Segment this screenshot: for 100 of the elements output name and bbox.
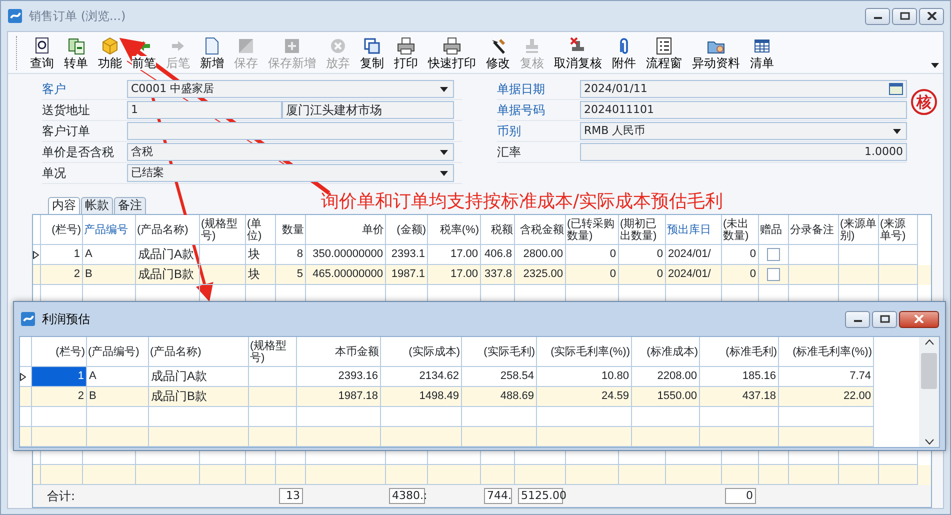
list-icon (655, 37, 673, 55)
column-header: (栏号) (41, 215, 83, 245)
column-header: (规格型号) (249, 337, 297, 367)
field-label: 单况 (42, 165, 67, 182)
table-cell: 24.59 (537, 387, 632, 407)
dialog-title: 利润预估 (42, 311, 90, 328)
toolbar-button[interactable]: 取消复核 (549, 37, 607, 70)
text-field[interactable]: 1.0000 (580, 143, 907, 161)
address-field[interactable]: 厦门江头建材市场 (282, 101, 454, 119)
table-cell: 2 (41, 265, 83, 285)
toolbar-button[interactable]: 流程窗 (641, 37, 687, 70)
column-header: (实际成本) (381, 337, 462, 367)
checkbox[interactable] (767, 248, 780, 261)
dropdown-field[interactable]: 已结案 (127, 164, 454, 182)
column-header: (来源单号) (879, 215, 918, 245)
column-header: 赠品 (759, 215, 789, 245)
calendar-icon[interactable] (889, 83, 903, 95)
column-header: (产品编号) (87, 337, 149, 367)
maximize-button[interactable] (872, 310, 897, 328)
column-header: (期初已出数量) (619, 215, 666, 245)
dropdown-field[interactable]: RMB 人民币 (580, 122, 907, 140)
column-header: 产品编号 (83, 215, 136, 245)
table-cell: 0 (566, 265, 619, 285)
table-cell: B (83, 265, 136, 285)
save-icon (283, 37, 301, 55)
table-cell: 1498.49 (381, 387, 462, 407)
column-header: (标准毛利) (700, 337, 779, 367)
seal-stamp: 核 (911, 89, 937, 115)
toolbar-button[interactable]: 前笔 (127, 37, 161, 70)
scrollbar-thumb[interactable] (921, 353, 937, 389)
window-title: 销售订单 (浏览...) (29, 8, 126, 25)
field-label: 单价是否含税 (42, 144, 115, 161)
column-header: (已转采购数量) (566, 215, 619, 245)
address-code-field[interactable]: 1 (127, 101, 282, 119)
column-header: (来源单别) (839, 215, 879, 245)
maximize-button[interactable] (892, 8, 917, 24)
toolbar-button[interactable]: 修改 (481, 37, 515, 70)
close-button[interactable] (899, 310, 939, 328)
scrollbar[interactable] (919, 337, 939, 447)
table-cell: 2325.00 (515, 265, 566, 285)
checkbox[interactable] (767, 268, 780, 281)
table-cell: 465.00000000 (306, 265, 386, 285)
minimize-button[interactable] (865, 8, 890, 24)
tab[interactable]: 帐款 (81, 197, 113, 214)
table-cell: 437.18 (700, 387, 779, 407)
minimize-button[interactable] (845, 310, 870, 328)
field-label: 送货地址 (42, 102, 91, 119)
cube-icon (101, 37, 119, 55)
toolbar-button[interactable]: 附件 (607, 37, 641, 70)
row-header (20, 427, 32, 447)
date-field[interactable]: 2024/01/11 (580, 80, 907, 98)
close-icon (914, 315, 924, 323)
dropdown-field[interactable]: 含税 (127, 143, 454, 161)
scroll-up-icon (924, 339, 934, 345)
table-cell: 成品门B款 (149, 387, 249, 407)
toolbar-button[interactable]: 异动资料 (687, 37, 745, 70)
column-header: (规格型号) (200, 215, 246, 245)
toolbar-button[interactable]: 快速打印 (423, 37, 481, 70)
column-header: 数量 (276, 215, 306, 245)
table-cell: 2024/01/ (666, 265, 722, 285)
text-field[interactable] (127, 122, 454, 140)
total-value: 0 (725, 488, 756, 504)
toolbar-button[interactable]: 清单 (745, 37, 779, 70)
field-label: 客户 (42, 81, 67, 98)
toolbar-button[interactable]: 新增 (195, 37, 229, 70)
column-header: 税率(%) (428, 215, 481, 245)
chevron-down-icon[interactable] (931, 62, 939, 68)
scroll-down-icon (924, 439, 934, 445)
toolbar-button[interactable]: 复制 (355, 37, 389, 70)
table-cell: 0 (722, 265, 759, 285)
tab[interactable]: 内容 (48, 197, 80, 214)
annotation-text: 询价单和订单均支持按标准成本/实际成本预估毛利 (321, 192, 724, 212)
total-value: 744. (484, 488, 512, 504)
column-header: (金额) (386, 215, 428, 245)
table-cell: 1987.18 (297, 387, 381, 407)
toolbar-button[interactable]: 查询 (25, 37, 59, 70)
toolbar-button[interactable]: 打印 (389, 37, 423, 70)
search-icon (33, 37, 51, 55)
table-cell: 337.8 (481, 265, 515, 285)
toolbar-button[interactable]: 功能 (93, 37, 127, 70)
text-field[interactable]: 2024011101 (580, 101, 907, 119)
column-header: (产品名称) (136, 215, 200, 245)
field-label: 币别 (497, 123, 522, 140)
dropdown-arrow-icon (440, 150, 448, 154)
tab[interactable]: 备注 (114, 197, 146, 214)
table-cell: 块 (246, 265, 276, 285)
field-label: 客户订单 (42, 123, 91, 140)
column-header: (单位) (246, 215, 276, 245)
toolbar-button[interactable]: 转单 (59, 37, 93, 70)
total-value: 13 (279, 488, 303, 504)
column-header: 分录备注 (789, 215, 839, 245)
printer-icon (443, 37, 461, 55)
dropdown-field[interactable]: C0001 中盛家居 (127, 80, 454, 98)
column-header: 含税金额 (515, 215, 566, 245)
field-label: 单据号码 (497, 102, 546, 119)
table-cell: 1987.1 (386, 265, 428, 285)
table-cell: 17.00 (428, 265, 481, 285)
field-label: 汇率 (497, 144, 522, 161)
close-button[interactable] (919, 8, 944, 24)
column-header: (栏号) (32, 337, 87, 367)
